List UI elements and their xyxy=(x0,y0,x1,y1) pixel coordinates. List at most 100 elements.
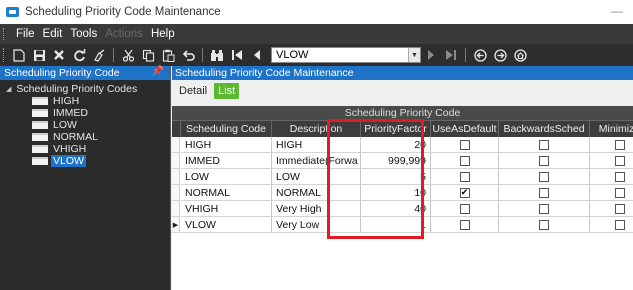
binoculars-icon[interactable] xyxy=(207,46,227,64)
header-priority-factor[interactable]: PriorityFactor xyxy=(361,121,431,137)
use-as-default-checkbox[interactable] xyxy=(459,139,470,150)
menu-help[interactable]: Help xyxy=(147,28,179,40)
row-selector[interactable] xyxy=(172,153,180,169)
menu-edit[interactable]: Edit xyxy=(39,28,67,40)
new-icon[interactable] xyxy=(9,46,29,64)
minimize-button[interactable]: — xyxy=(611,4,623,18)
previous-record-icon[interactable] xyxy=(247,46,267,64)
tree-item[interactable]: NORMAL xyxy=(32,131,170,143)
menu-bar: File Edit Tools Actions Help xyxy=(0,24,633,44)
tree-item[interactable]: IMMED xyxy=(32,107,170,119)
header-backwards-sched[interactable]: BackwardsSched xyxy=(499,121,590,137)
use-as-default-checkbox[interactable] xyxy=(459,203,470,214)
tree-item[interactable]: VHIGH xyxy=(32,143,170,155)
table-row[interactable]: LOW LOW 5 xyxy=(172,169,633,185)
tree-item[interactable]: HIGH xyxy=(32,95,170,107)
delete-icon[interactable] xyxy=(49,46,69,64)
header-scheduling-code[interactable]: Scheduling Code xyxy=(181,121,272,137)
cell-code[interactable]: HIGH xyxy=(181,137,272,153)
tab-detail[interactable]: Detail xyxy=(175,83,211,99)
cell-factor[interactable]: 999,999 xyxy=(361,153,431,169)
header-minimize[interactable]: Minimize xyxy=(590,121,633,137)
cell-backwards-sched xyxy=(499,169,590,185)
header-use-as-default[interactable]: UseAsDefault xyxy=(431,121,499,137)
forward-icon[interactable] xyxy=(490,46,510,64)
minimize-checkbox[interactable] xyxy=(614,219,625,230)
backwards-sched-checkbox[interactable] xyxy=(539,171,549,182)
row-selector[interactable] xyxy=(172,169,180,185)
current-row-indicator-icon[interactable]: ▶ xyxy=(172,217,180,233)
menu-file[interactable]: File xyxy=(12,28,39,40)
backwards-sched-checkbox[interactable] xyxy=(539,203,549,214)
minimize-checkbox[interactable] xyxy=(614,155,625,166)
tree-item[interactable]: LOW xyxy=(32,119,170,131)
menu-actions[interactable]: Actions xyxy=(101,28,147,40)
next-record-icon[interactable] xyxy=(421,46,441,64)
cell-description[interactable]: HIGH xyxy=(272,137,361,153)
cell-code[interactable]: LOW xyxy=(181,169,272,185)
cell-minimize xyxy=(590,137,633,153)
cell-factor[interactable]: 1 xyxy=(361,217,431,233)
backwards-sched-checkbox[interactable] xyxy=(539,219,549,230)
undo-icon[interactable] xyxy=(178,46,198,64)
backwards-sched-checkbox[interactable] xyxy=(539,187,549,198)
first-record-icon[interactable] xyxy=(227,46,247,64)
tree-item[interactable]: VLOW xyxy=(32,155,170,167)
cell-minimize xyxy=(590,153,633,169)
expand-triangle-icon[interactable]: ◢ xyxy=(6,85,11,93)
pin-icon[interactable]: 📌 xyxy=(152,66,164,77)
paste-icon[interactable] xyxy=(158,46,178,64)
minimize-checkbox[interactable] xyxy=(614,203,625,214)
cell-description[interactable]: NORMAL xyxy=(272,185,361,201)
minimize-checkbox[interactable] xyxy=(614,187,625,198)
table-row[interactable]: ▶ VLOW Very Low 1 xyxy=(172,217,633,233)
table-row[interactable]: HIGH HIGH 20 xyxy=(172,137,633,153)
clear-icon[interactable] xyxy=(89,46,109,64)
save-icon[interactable] xyxy=(29,46,49,64)
row-selector[interactable] xyxy=(172,137,180,153)
cell-factor[interactable]: 5 xyxy=(361,169,431,185)
use-as-default-checkbox[interactable] xyxy=(459,155,470,166)
cell-minimize xyxy=(590,201,633,217)
cell-code[interactable]: NORMAL xyxy=(181,185,272,201)
header-description[interactable]: Description xyxy=(272,121,361,137)
record-selector-combo[interactable]: VLOW ▼ xyxy=(271,47,421,63)
menu-tools[interactable]: Tools xyxy=(66,28,101,40)
tree-pane-header: Scheduling Priority Code 📌 xyxy=(0,66,170,80)
row-selector[interactable] xyxy=(172,201,180,217)
table-row[interactable]: NORMAL NORMAL 10 ✔ xyxy=(172,185,633,201)
chevron-down-icon[interactable]: ▼ xyxy=(408,48,420,62)
tree-root[interactable]: ◢ Scheduling Priority Codes xyxy=(0,83,170,95)
cell-description[interactable]: Immediate(Forwa xyxy=(272,153,361,169)
copy-icon[interactable] xyxy=(138,46,158,64)
cell-description[interactable]: Very High xyxy=(272,201,361,217)
cell-description[interactable]: LOW xyxy=(272,169,361,185)
cell-factor[interactable]: 20 xyxy=(361,137,431,153)
backwards-sched-checkbox[interactable] xyxy=(539,139,549,150)
use-as-default-checkbox[interactable]: ✔ xyxy=(459,187,470,198)
minimize-checkbox[interactable] xyxy=(614,171,625,182)
last-record-icon[interactable] xyxy=(441,46,461,64)
cell-description[interactable]: Very Low xyxy=(272,217,361,233)
table-row[interactable]: IMMED Immediate(Forwa 999,999 xyxy=(172,153,633,169)
main-pane-title: Scheduling Priority Code Maintenance xyxy=(175,67,354,79)
back-icon[interactable] xyxy=(470,46,490,64)
cell-code[interactable]: IMMED xyxy=(181,153,272,169)
use-as-default-checkbox[interactable] xyxy=(459,219,470,230)
tab-list[interactable]: List xyxy=(214,83,240,99)
cell-factor[interactable]: 40 xyxy=(361,201,431,217)
refresh-icon[interactable] xyxy=(69,46,89,64)
minimize-checkbox[interactable] xyxy=(614,139,625,150)
cell-code[interactable]: VLOW xyxy=(181,217,272,233)
row-selector[interactable] xyxy=(172,185,180,201)
use-as-default-checkbox[interactable] xyxy=(459,171,470,182)
cell-backwards-sched xyxy=(499,185,590,201)
cell-code[interactable]: VHIGH xyxy=(181,201,272,217)
backwards-sched-checkbox[interactable] xyxy=(539,155,549,166)
cut-icon[interactable] xyxy=(118,46,138,64)
table-row[interactable]: VHIGH Very High 40 xyxy=(172,201,633,217)
grid-band-header: Scheduling Priority Code xyxy=(172,106,633,121)
toolbar-grip xyxy=(3,48,7,62)
home-icon[interactable] xyxy=(510,46,530,64)
cell-factor[interactable]: 10 xyxy=(361,185,431,201)
